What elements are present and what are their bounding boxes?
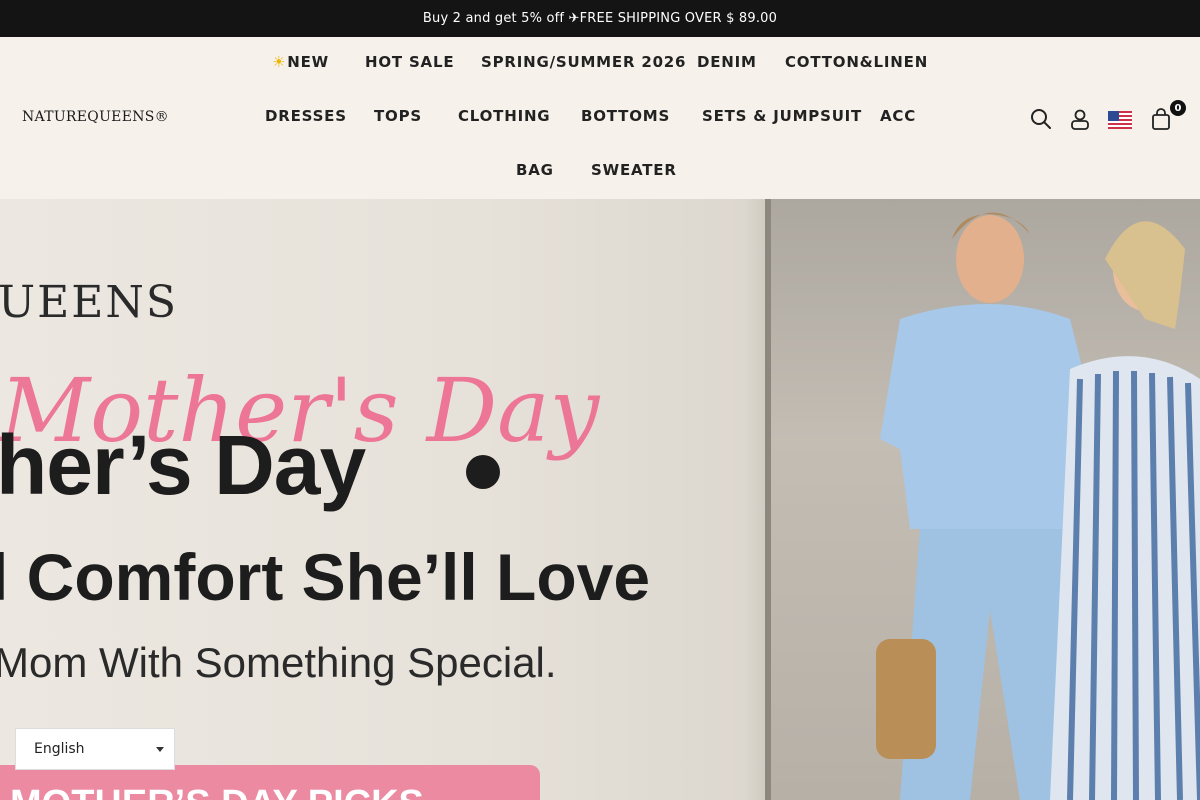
search-icon[interactable]	[1029, 107, 1053, 131]
announcement-text: Buy 2 and get 5% off ✈FREE SHIPPING OVER…	[422, 11, 778, 26]
hero-banner[interactable]: UEENS Mother's Day her’s Day l Comfort S…	[0, 199, 1200, 800]
nav-item-sets-jumpsuit[interactable]: SETS & JUMPSUIT	[702, 107, 862, 125]
models-image	[876, 212, 1200, 800]
nav-item-bag[interactable]: BAG	[516, 161, 554, 179]
us-flag-icon[interactable]	[1108, 111, 1132, 129]
nav-item-new[interactable]: ☀NEW	[272, 53, 329, 71]
hero-title: her’s Day	[0, 418, 366, 512]
nav-item-cotton-linen[interactable]: COTTON&LINEN	[785, 53, 928, 71]
hero-brand-text: UEENS	[0, 277, 178, 328]
nav-item-bottoms[interactable]: BOTTOMS	[581, 107, 670, 125]
hero-tagline: Mom With Something Special.	[0, 639, 557, 686]
cart-count-badge: 0	[1170, 100, 1186, 116]
announcement-bar: Buy 2 and get 5% off ✈FREE SHIPPING OVER…	[0, 0, 1200, 37]
nav-item-acc[interactable]: ACC	[880, 107, 916, 125]
nav-item-dresses[interactable]: DRESSES	[265, 107, 347, 125]
sun-icon: ☀	[272, 53, 287, 71]
nav-item-spring-summer[interactable]: SPRING/SUMMER 2026	[481, 53, 686, 71]
user-icon[interactable]	[1068, 107, 1092, 131]
nav-item-clothing[interactable]: CLOTHING	[458, 107, 550, 125]
nav-item-tops[interactable]: TOPS	[374, 107, 422, 125]
nav-item-sweater[interactable]: SWEATER	[591, 161, 677, 179]
site-logo[interactable]: NATUREQUEENS®	[22, 109, 169, 125]
nav-item-denim[interactable]: DENIM	[697, 53, 757, 71]
hero-cta-button[interactable]: MOTHER’S DAY PICKS	[0, 765, 540, 800]
cart-icon[interactable]	[1149, 107, 1173, 131]
caret-down-icon	[156, 747, 164, 752]
window-frame	[765, 199, 771, 800]
hero-dot	[466, 455, 500, 489]
language-selector[interactable]: English	[15, 728, 175, 770]
language-value: English	[34, 741, 85, 757]
hero-subtitle: l Comfort She’ll Love	[0, 540, 651, 614]
nav-item-hot-sale[interactable]: HOT SALE	[365, 53, 454, 71]
site-header: NATUREQUEENS® ☀NEW HOT SALE SPRING/SUMME…	[0, 37, 1200, 199]
